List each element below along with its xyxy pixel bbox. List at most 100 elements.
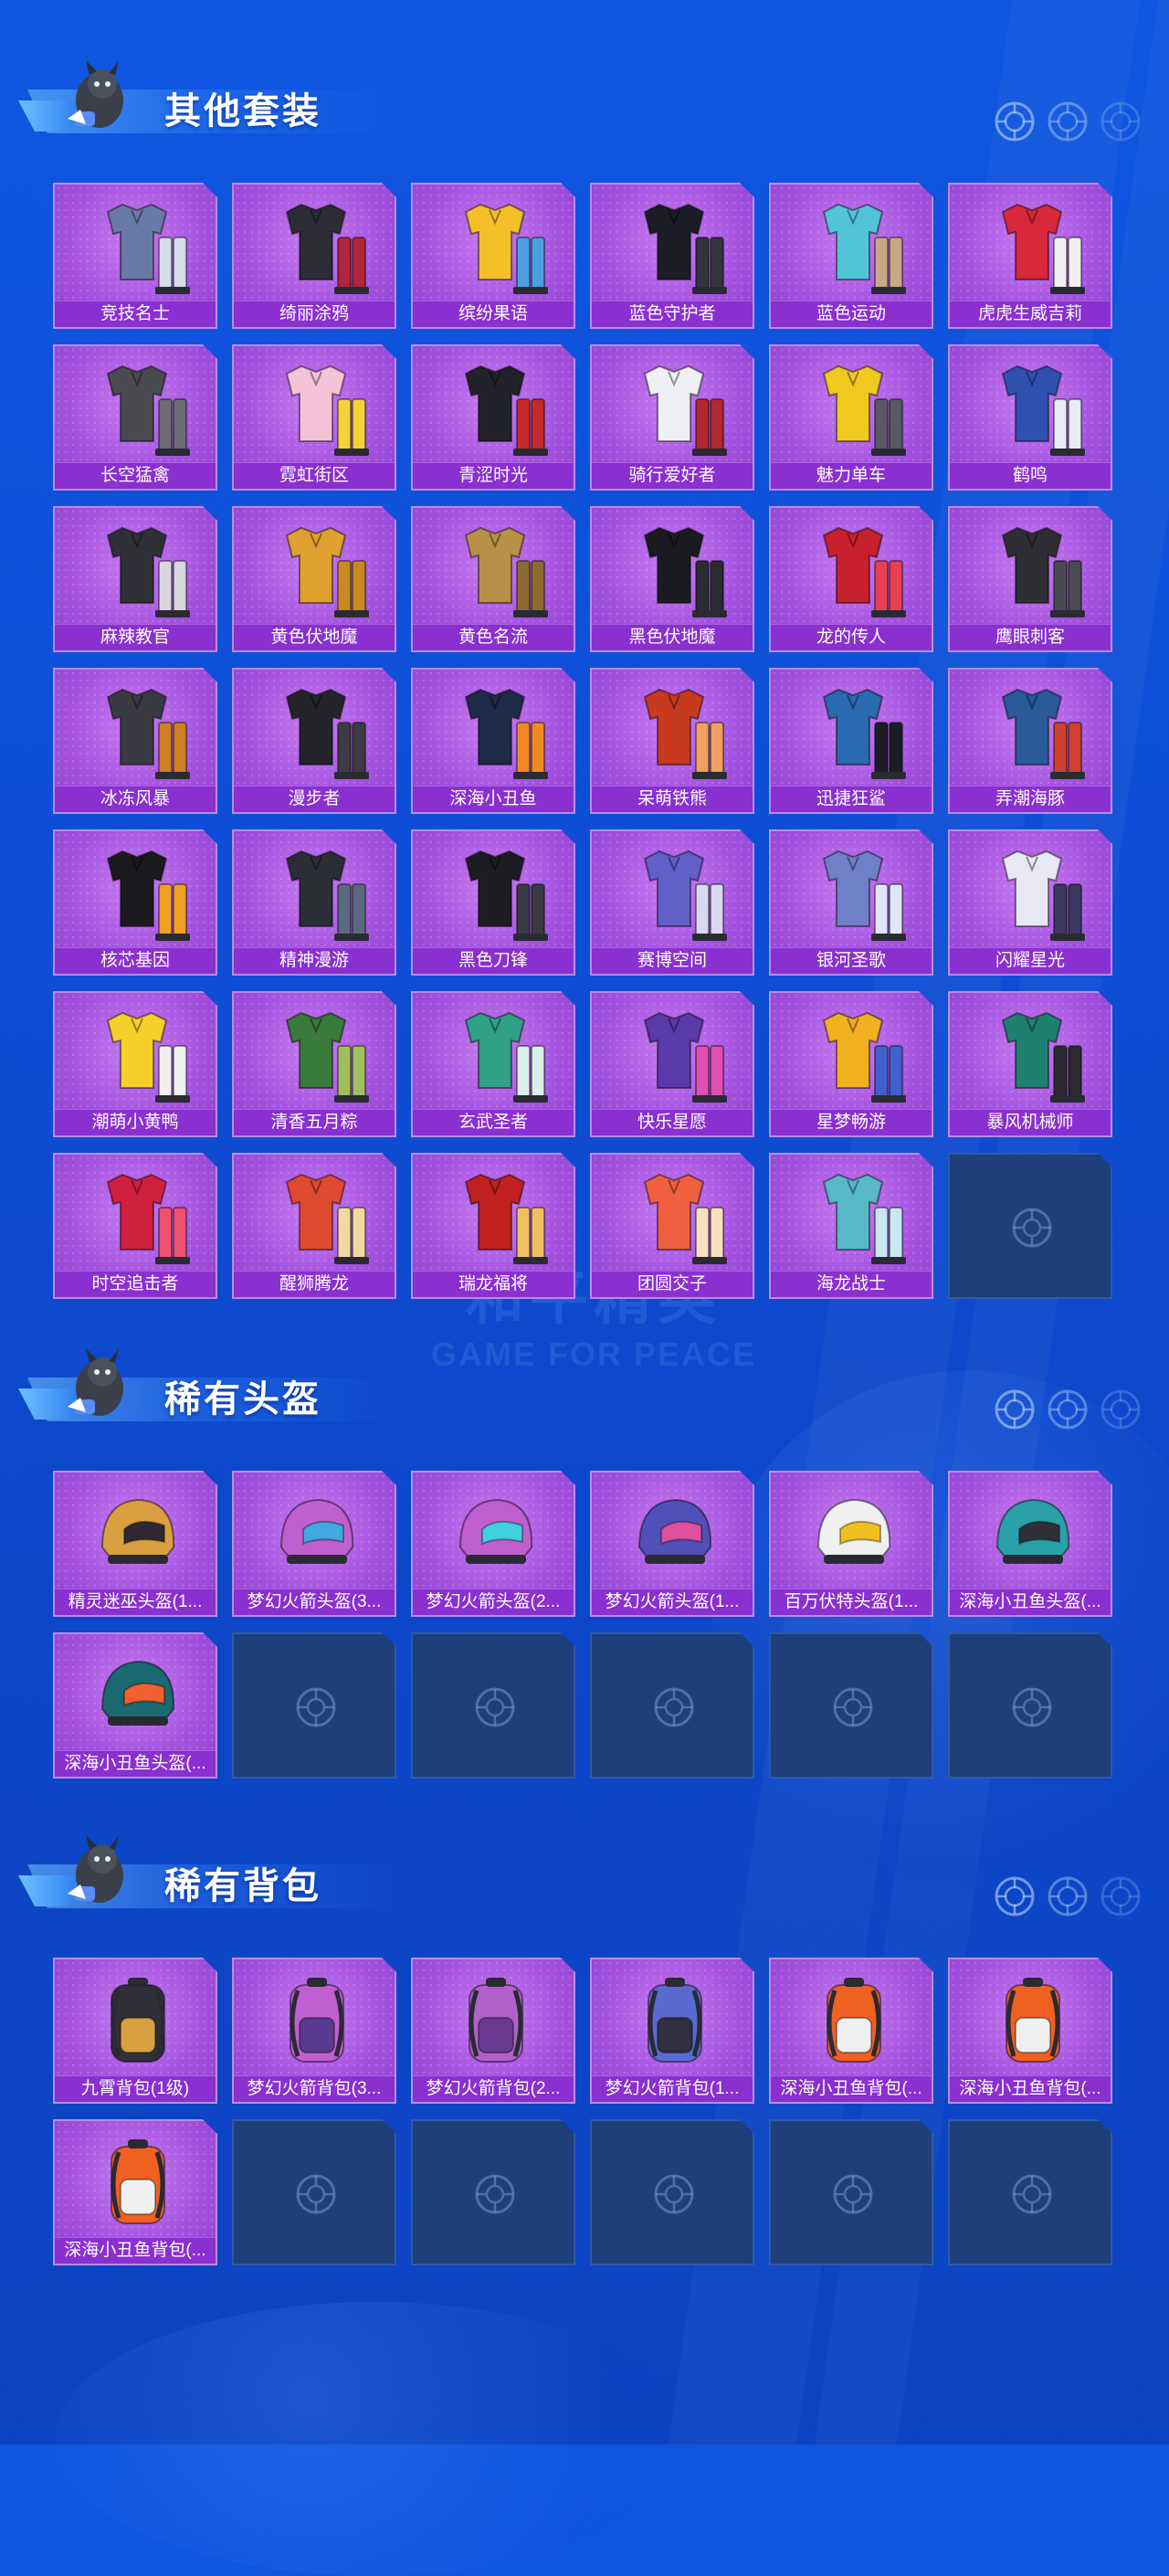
item-card[interactable]: 星梦畅游 (769, 991, 933, 1137)
empty-slot (232, 1632, 396, 1779)
header-icons (994, 1388, 1142, 1431)
item-card[interactable]: 玄武圣者 (411, 991, 575, 1137)
item-card[interactable]: 蓝色守护者 (590, 183, 754, 329)
item-card[interactable]: 龙的传人 (769, 506, 933, 652)
crosshair-icon (473, 2172, 517, 2216)
item-card[interactable]: 时空追击者 (53, 1153, 217, 1299)
outfit-icon (440, 192, 550, 300)
outfit-icon (82, 192, 192, 300)
item-card[interactable]: 深海小丑鱼背包(... (769, 1958, 933, 2104)
section-title: 稀有背包 (164, 1866, 321, 1906)
backpack-icon (798, 1967, 908, 2075)
item-card[interactable]: 缤纷果语 (411, 183, 575, 329)
section-header-helmets: 稀有头盔 (0, 1343, 1169, 1443)
crosshair-icon (652, 1685, 696, 1729)
item-card[interactable]: 精灵迷巫头盔(1... (53, 1471, 217, 1617)
item-card[interactable]: 漫步者 (232, 668, 396, 814)
item-card[interactable]: 梦幻火箭头盔(3... (232, 1471, 396, 1617)
item-card[interactable]: 黑色刀锋 (411, 829, 575, 976)
item-card[interactable]: 青涩时光 (411, 344, 575, 491)
item-card[interactable]: 快乐星愿 (590, 991, 754, 1137)
item-card[interactable]: 黄色伏地魔 (232, 506, 396, 652)
crosshair-icon (1048, 1876, 1088, 1916)
item-card[interactable]: 核芯基因 (53, 829, 217, 976)
crosshair-icon (294, 1685, 338, 1729)
item-label: 梦幻火箭头盔(1... (592, 1589, 753, 1615)
item-card[interactable]: 冰冻风暴 (53, 668, 217, 814)
empty-slot (411, 1632, 575, 1779)
outfit-icon (977, 1000, 1087, 1108)
item-label: 玄武圣者 (413, 1109, 574, 1135)
item-label: 梦幻火箭背包(3... (234, 2075, 395, 2102)
item-card[interactable]: 呆萌铁熊 (590, 668, 754, 814)
item-card[interactable]: 竞技名士 (53, 183, 217, 329)
outfit-icon (261, 192, 371, 300)
item-card[interactable]: 深海小丑鱼头盔(... (53, 1632, 217, 1779)
outfit-icon (440, 515, 550, 623)
item-card[interactable]: 迅捷狂鲨 (769, 668, 933, 814)
item-card[interactable]: 虎虎生威吉莉 (948, 183, 1112, 329)
crosshair-icon (1101, 1389, 1141, 1430)
item-grid: 九霄背包(1级) 梦幻火箭背包(3... 梦幻火箭背包(2... 梦幻火箭背包(… (53, 1958, 1112, 2265)
outfit-icon (977, 515, 1087, 623)
item-card[interactable]: 梦幻火箭背包(2... (411, 1958, 575, 2104)
outfit-icon (977, 192, 1087, 300)
item-card[interactable]: 鹰眼刺客 (948, 506, 1112, 652)
item-card[interactable]: 梦幻火箭背包(3... (232, 1958, 396, 2104)
helmet-icon (798, 1480, 908, 1588)
outfit-icon (261, 1000, 371, 1108)
helmet-icon (440, 1480, 550, 1588)
item-card[interactable]: 赛博空间 (590, 829, 754, 976)
item-card[interactable]: 魅力单车 (769, 344, 933, 491)
item-card[interactable]: 精神漫游 (232, 829, 396, 976)
item-card[interactable]: 麻辣教官 (53, 506, 217, 652)
item-card[interactable]: 海龙战士 (769, 1153, 933, 1299)
item-card[interactable]: 深海小丑鱼 (411, 668, 575, 814)
item-card[interactable]: 绮丽涂鸦 (232, 183, 396, 329)
item-card[interactable]: 团圆交子 (590, 1153, 754, 1299)
item-card[interactable]: 蓝色运动 (769, 183, 933, 329)
outfit-icon (440, 354, 550, 461)
item-label: 黑色伏地魔 (592, 624, 753, 650)
header-icons (994, 100, 1142, 143)
empty-slot (232, 2119, 396, 2265)
item-card[interactable]: 瑞龙福将 (411, 1153, 575, 1299)
item-card[interactable]: 深海小丑鱼背包(... (948, 1958, 1112, 2104)
item-label: 麻辣教官 (55, 624, 216, 650)
item-label: 缤纷果语 (413, 301, 574, 327)
item-card[interactable]: 弄潮海豚 (948, 668, 1112, 814)
item-card[interactable]: 长空猛禽 (53, 344, 217, 491)
helmet-icon (82, 1480, 192, 1588)
item-card[interactable]: 霓虹街区 (232, 344, 396, 491)
item-label: 时空追击者 (55, 1271, 216, 1297)
item-card[interactable]: 清香五月粽 (232, 991, 396, 1137)
empty-slot (948, 1153, 1112, 1299)
item-card[interactable]: 鹤鸣 (948, 344, 1112, 491)
item-card[interactable]: 银河圣歌 (769, 829, 933, 976)
outfit-icon (798, 839, 908, 946)
item-label: 精灵迷巫头盔(1... (55, 1589, 216, 1615)
outfit-icon (798, 515, 908, 623)
item-card[interactable]: 黄色名流 (411, 506, 575, 652)
item-label: 深海小丑鱼头盔(... (950, 1589, 1111, 1615)
outfit-icon (261, 677, 371, 785)
item-label: 冰冻风暴 (55, 786, 216, 812)
item-card[interactable]: 潮萌小黄鸭 (53, 991, 217, 1137)
item-card[interactable]: 骑行爱好者 (590, 344, 754, 491)
item-card[interactable]: 百万伏特头盔(1... (769, 1471, 933, 1617)
item-card[interactable]: 黑色伏地魔 (590, 506, 754, 652)
item-card[interactable]: 深海小丑鱼背包(... (53, 2119, 217, 2265)
backpack-icon (261, 1967, 371, 2075)
item-card[interactable]: 九霄背包(1级) (53, 1958, 217, 2104)
item-card[interactable]: 醒狮腾龙 (232, 1153, 396, 1299)
mascot-icon (68, 60, 123, 128)
item-card[interactable]: 闪耀星光 (948, 829, 1112, 976)
item-card[interactable]: 深海小丑鱼头盔(... (948, 1471, 1112, 1617)
item-card[interactable]: 梦幻火箭头盔(2... (411, 1471, 575, 1617)
outfit-icon (82, 1000, 192, 1108)
item-card[interactable]: 暴风机械师 (948, 991, 1112, 1137)
crosshair-icon (831, 2172, 875, 2216)
outfit-icon (261, 1162, 371, 1270)
item-card[interactable]: 梦幻火箭头盔(1... (590, 1471, 754, 1617)
item-card[interactable]: 梦幻火箭背包(1... (590, 1958, 754, 2104)
